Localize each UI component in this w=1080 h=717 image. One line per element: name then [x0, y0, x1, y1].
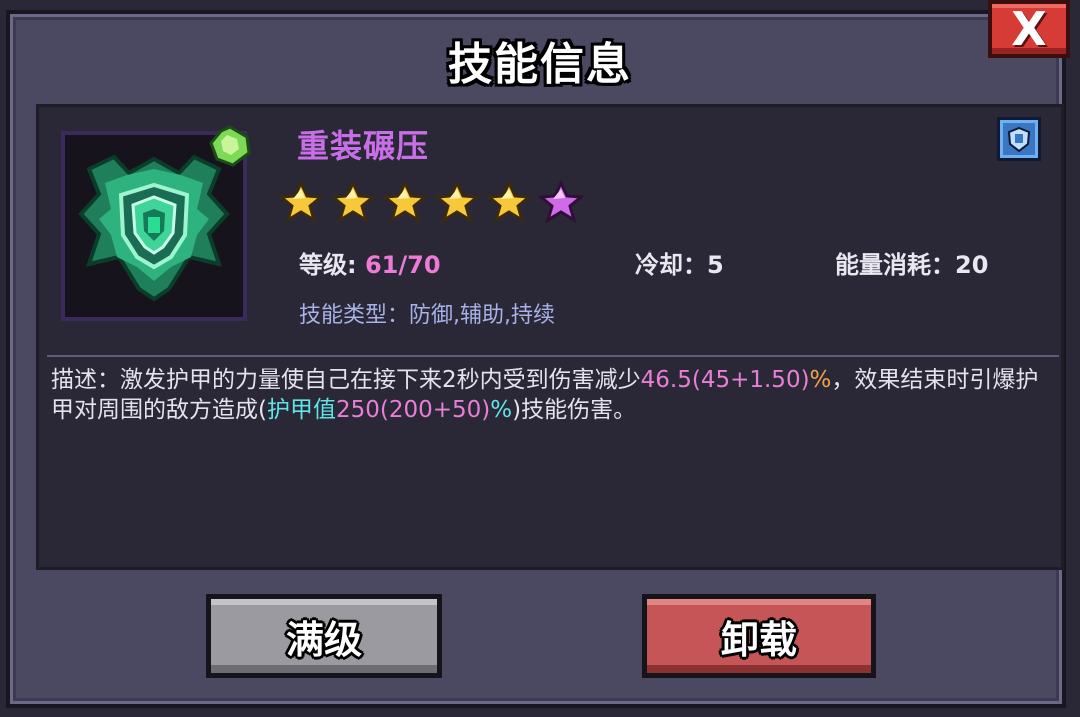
green-gem-icon: [209, 125, 251, 167]
skill-description: 描述：激发护甲的力量使自己在接下来2秒内受到伤害减少46.5(45+1.50)%…: [51, 365, 1041, 425]
skill-name: 重装碾压: [297, 127, 430, 165]
desc-text-1: 描述：激发护甲的力量使自己在接下来2秒内受到伤害减少: [51, 367, 641, 393]
blue-shield-badge-icon: [997, 117, 1041, 161]
desc-damage-value: 250(200+50): [335, 397, 491, 423]
divider: [47, 355, 1059, 357]
desc-damage-percent: %: [490, 397, 513, 423]
level-value: 61/70: [364, 251, 441, 279]
close-button[interactable]: X: [988, 0, 1070, 58]
desc-reduction-percent: %: [809, 367, 832, 393]
skill-info-dialog: 技能信息 重装碾压 等级: 61/70 冷却：5 能量消耗：20 技能类型：防御…: [6, 10, 1066, 708]
cooldown-label: 冷却：: [635, 251, 707, 279]
skill-type-line: 技能类型：防御,辅助,持续: [299, 303, 555, 328]
energy-stat: 能量消耗：20: [835, 245, 988, 280]
desc-text-3: )技能伤害。: [512, 397, 637, 423]
energy-label: 能量消耗：: [835, 251, 955, 279]
level-stat: 等级: 61/70: [299, 245, 441, 280]
energy-value: 20: [955, 251, 989, 279]
gold-star-icon: [435, 181, 479, 223]
purple-star-icon: [539, 181, 583, 223]
gold-star-icon: [487, 181, 531, 223]
desc-armor-label: 护甲值: [266, 397, 336, 423]
gold-star-icon: [383, 181, 427, 223]
gold-star-icon: [331, 181, 375, 223]
cooldown-stat: 冷却：5: [635, 245, 724, 280]
max-level-button[interactable]: 满级: [206, 594, 442, 678]
cooldown-value: 5: [707, 251, 724, 279]
unload-button[interactable]: 卸载: [642, 594, 876, 678]
skill-content-panel: 重装碾压 等级: 61/70 冷却：5 能量消耗：20 技能类型：防御,辅助,持…: [36, 104, 1064, 570]
gold-star-icon: [279, 181, 323, 223]
desc-reduction-value: 46.5(45+1.50): [640, 367, 810, 393]
dialog-title: 技能信息: [448, 39, 632, 90]
close-icon: X: [1011, 2, 1047, 56]
level-label: 等级:: [299, 251, 357, 279]
